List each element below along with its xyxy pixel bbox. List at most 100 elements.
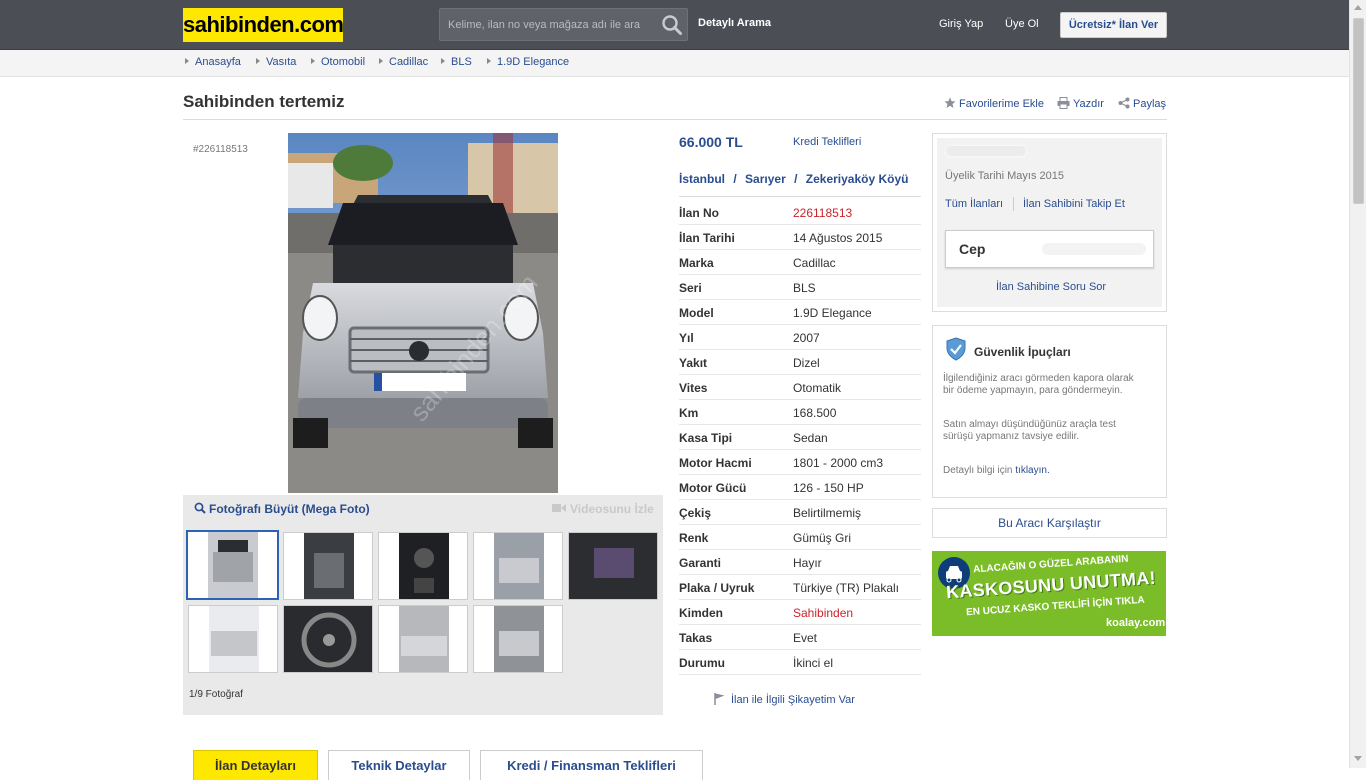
mega-photo-button[interactable]: Fotoğrafı Büyüt (Mega Foto): [194, 502, 370, 516]
location-divider: [679, 196, 921, 197]
detail-row: Km 168.500: [679, 400, 921, 425]
detail-key: Model: [679, 306, 714, 320]
breadcrumb-item[interactable]: Otomobil: [311, 56, 365, 68]
scroll-up-arrow[interactable]: [1354, 5, 1362, 10]
location-district[interactable]: Sarıyer: [745, 172, 786, 186]
follow-seller-link[interactable]: İlan Sahibini Takip Et: [1023, 198, 1125, 210]
seller-name-blurred: [946, 146, 1026, 156]
detail-row: Kasa Tipi Sedan: [679, 425, 921, 450]
detail-value: 14 Ağustos 2015: [793, 231, 883, 245]
thumbnail-8[interactable]: [378, 605, 468, 673]
detail-key: Marka: [679, 256, 714, 270]
compare-car-button[interactable]: Bu Aracı Karşılaştır: [932, 508, 1167, 538]
all-ads-link[interactable]: Tüm İlanları: [945, 198, 1003, 210]
breadcrumb-item[interactable]: BLS: [441, 56, 472, 68]
detail-row: İlan No 226118513: [679, 200, 921, 225]
thumbnail-2[interactable]: [283, 532, 373, 600]
page-title: Sahibinden tertemiz: [183, 92, 345, 111]
ask-seller-link[interactable]: İlan Sahibine Soru Sor: [996, 281, 1106, 293]
tab-credit-offers[interactable]: Kredi / Finansman Teklifleri: [480, 750, 703, 780]
detail-key: Takas: [679, 631, 713, 645]
detail-key: İlan No: [679, 206, 720, 220]
title-divider: [183, 119, 1167, 120]
location-separator: /: [733, 172, 737, 186]
complaint-link[interactable]: İlan ile İlgili Şikayetim Var: [714, 693, 855, 706]
detail-row: Garanti Hayır: [679, 550, 921, 575]
detail-row: Motor Gücü 126 - 150 HP: [679, 475, 921, 500]
detail-row: Vites Otomatik: [679, 375, 921, 400]
page-scrollbar[interactable]: [1349, 0, 1366, 768]
thumbnail-1[interactable]: [186, 530, 279, 600]
insurance-ad-banner[interactable]: ALACAĞIN O GÜZEL ARABANIN KASKOSUNU UNUT…: [932, 551, 1166, 636]
detail-key: Garanti: [679, 556, 722, 570]
detailed-search-link[interactable]: Detaylı Arama: [698, 17, 771, 29]
detail-row: Kimden Sahibinden: [679, 600, 921, 625]
detail-row: Çekiş Belirtilmemiş: [679, 500, 921, 525]
breadcrumb-item[interactable]: Vasıta: [256, 56, 296, 68]
tab-listing-details[interactable]: İlan Detayları: [193, 750, 318, 780]
tab-technical-details[interactable]: Teknik Detaylar: [328, 750, 470, 780]
share-button[interactable]: Paylaş: [1118, 97, 1166, 110]
detail-value: 226118513: [793, 206, 853, 220]
detail-key: Motor Gücü: [679, 481, 747, 495]
favorite-button[interactable]: Favorilerime Ekle: [944, 97, 1044, 110]
credit-offers-link[interactable]: Kredi Teklifleri: [793, 136, 861, 148]
register-link[interactable]: Üye Ol: [1005, 18, 1039, 30]
detail-key: Durumu: [679, 656, 725, 670]
search-input[interactable]: [440, 9, 655, 40]
detail-key: İlan Tarihi: [679, 231, 735, 245]
shield-icon: [945, 337, 967, 366]
location-neighborhood[interactable]: Zekeriyaköy Köyü: [806, 172, 909, 186]
breadcrumb-item[interactable]: Anasayfa: [185, 56, 241, 68]
location-separator: /: [794, 172, 798, 186]
magnifier-icon: [194, 502, 206, 514]
photo-counter: 1/9 Fotoğraf: [189, 689, 243, 700]
detail-row: İlan Tarihi 14 Ağustos 2015: [679, 225, 921, 250]
safety-tips-box: Güvenlik İpuçları İlgilendiğiniz aracı g…: [932, 325, 1167, 498]
detail-key: Kasa Tipi: [679, 431, 733, 445]
video-button[interactable]: Videosunu İzle: [552, 502, 654, 516]
scroll-down-arrow[interactable]: [1354, 756, 1362, 761]
ad-brand: koalay.com: [1106, 617, 1166, 629]
detail-value: 168.500: [793, 406, 837, 420]
detail-value: Hayır: [793, 556, 822, 570]
breadcrumb-item[interactable]: 1.9D Elegance: [487, 56, 569, 68]
thumbnail-7[interactable]: [283, 605, 373, 673]
detail-key: Km: [679, 406, 699, 420]
link-divider: [1013, 197, 1014, 211]
complaint-label: İlan ile İlgili Şikayetim Var: [731, 694, 855, 706]
detail-value: 1.9D Elegance: [793, 306, 872, 320]
thumbnail-5[interactable]: [568, 532, 658, 600]
thumbnail-3[interactable]: [378, 532, 468, 600]
detail-row: Yakıt Dizel: [679, 350, 921, 375]
detail-row: Durumu İkinci el: [679, 650, 921, 675]
search-icon[interactable]: [661, 14, 683, 36]
detail-row: Motor Hacmi 1801 - 2000 cm3: [679, 450, 921, 475]
phone-number-blurred: [1042, 243, 1146, 255]
location-city[interactable]: İstanbul: [679, 172, 725, 186]
post-ad-button[interactable]: Ücretsiz* İlan Ver: [1060, 12, 1167, 38]
detail-value: Evet: [793, 631, 818, 645]
scroll-thumb[interactable]: [1353, 18, 1364, 204]
detail-value: Türkiye (TR) Plakalı: [793, 581, 900, 595]
login-link[interactable]: Giriş Yap: [939, 18, 983, 30]
safety-more-link[interactable]: tıklayın.: [1015, 465, 1049, 476]
video-label: Videosunu İzle: [570, 502, 654, 516]
print-button[interactable]: Yazdır: [1057, 97, 1104, 110]
detail-value: Sahibinden: [793, 606, 854, 620]
detail-key: Renk: [679, 531, 709, 545]
detail-key: Motor Hacmi: [679, 456, 752, 470]
site-logo[interactable]: sahibinden.com: [183, 8, 344, 42]
thumbnail-4[interactable]: [473, 532, 563, 600]
price: 66.000 TL: [679, 134, 743, 150]
breadcrumb-item[interactable]: Cadillac: [379, 56, 428, 68]
phone-label: Cep: [959, 241, 986, 257]
video-camera-icon: [552, 504, 566, 512]
thumbnail-6[interactable]: [188, 605, 278, 673]
phone-box[interactable]: Cep: [945, 230, 1154, 268]
main-car-photo[interactable]: sahibinden.com: [288, 133, 558, 493]
print-label: Yazdır: [1073, 98, 1104, 110]
detail-value: 126 - 150 HP: [793, 481, 864, 495]
membership-date: Üyelik Tarihi Mayıs 2015: [945, 170, 1065, 182]
thumbnail-9[interactable]: [473, 605, 563, 673]
